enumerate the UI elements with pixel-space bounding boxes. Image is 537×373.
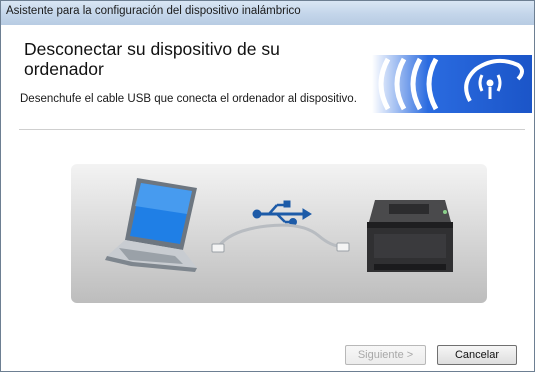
usb-icon xyxy=(252,200,312,226)
instruction-text: Desenchufe el cable USB que conecta el o… xyxy=(20,93,357,105)
next-button[interactable]: Siguiente > xyxy=(345,345,426,365)
disconnect-illustration xyxy=(71,164,487,303)
window-title: Asistente para la configuración del disp… xyxy=(6,5,301,17)
wireless-logo-icon xyxy=(372,55,532,113)
usb-cable-icon xyxy=(211,223,350,253)
divider xyxy=(19,129,525,130)
page-title: Desconectar su dispositivo de su ordenad… xyxy=(24,39,280,79)
laptop-icon xyxy=(105,178,197,272)
title-bar[interactable]: Asistente para la configuración del disp… xyxy=(1,1,534,26)
printer-icon xyxy=(367,200,453,272)
illustration-art xyxy=(105,178,453,272)
wizard-header: Desconectar su dispositivo de su ordenad… xyxy=(1,25,534,113)
cancel-button[interactable]: Cancelar xyxy=(437,345,517,365)
wizard-window: Asistente para la configuración del disp… xyxy=(0,0,535,372)
